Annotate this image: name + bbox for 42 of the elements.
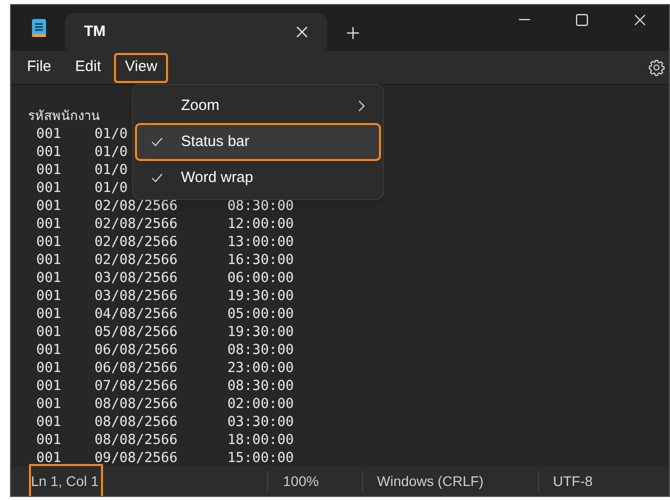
menu-item[interactable]: Edit [66, 54, 110, 80]
plus-icon[interactable] [347, 27, 359, 39]
close-icon[interactable] [634, 14, 646, 26]
settings-icon[interactable] [648, 59, 665, 76]
text-line: 001 09/08/2566 15:00:00 [35, 449, 294, 466]
text-line: รหัสพนักงาน [28, 107, 100, 125]
text-line: 001 01/0 [35, 125, 128, 143]
menu-option[interactable]: Status bar [137, 125, 379, 159]
text-line: 001 07/08/2566 08:30:00 [35, 377, 294, 395]
text-line: 001 08/08/2566 03:30:00 [35, 413, 294, 431]
text-line: 001 02/08/2566 13:00:00 [35, 233, 294, 251]
text-line: 001 05/08/2566 19:30:00 [35, 323, 294, 341]
document-tab[interactable]: TM [65, 13, 327, 51]
text-line: 001 01/0 [35, 143, 128, 161]
text-line: 001 02/08/2566 08:30:00 [35, 197, 294, 215]
text-line: 001 08/08/2566 02:00:00 [35, 395, 294, 413]
menu-option[interactable]: Word wrap [137, 161, 379, 195]
minimize-icon[interactable] [518, 19, 530, 21]
menu-option[interactable]: Zoom [137, 89, 379, 123]
menu-item[interactable]: File [18, 54, 60, 80]
check-icon [151, 173, 163, 183]
menu-item[interactable]: View [116, 54, 166, 80]
text-line: 001 02/08/2566 12:00:00 [35, 215, 294, 233]
text-line: 001 04/08/2566 05:00:00 [35, 305, 294, 323]
text-line: 001 08/08/2566 18:00:00 [35, 431, 294, 449]
status-text: UTF-8 [553, 472, 593, 490]
text-line: 001 03/08/2566 06:00:00 [35, 269, 294, 287]
maximize-icon[interactable] [576, 14, 588, 26]
text-line: 001 06/08/2566 23:00:00 [35, 359, 294, 377]
text-line: 001 01/0 [35, 161, 128, 179]
status-text: 100% [283, 472, 319, 490]
check-icon [151, 137, 163, 147]
notepad-icon [31, 18, 47, 38]
status-text: Ln 1, Col 1 [31, 466, 101, 496]
text-line: 001 01/0 [35, 179, 128, 197]
chevron-right-icon [358, 100, 365, 112]
status-text: Windows (CRLF) [377, 472, 484, 491]
text-line: 001 03/08/2566 19:30:00 [35, 287, 294, 305]
text-line: 001 06/08/2566 08:30:00 [35, 341, 294, 359]
text-line: 001 02/08/2566 16:30:00 [35, 251, 294, 269]
tab-title: TM [84, 22, 107, 42]
close-icon[interactable] [296, 26, 308, 38]
